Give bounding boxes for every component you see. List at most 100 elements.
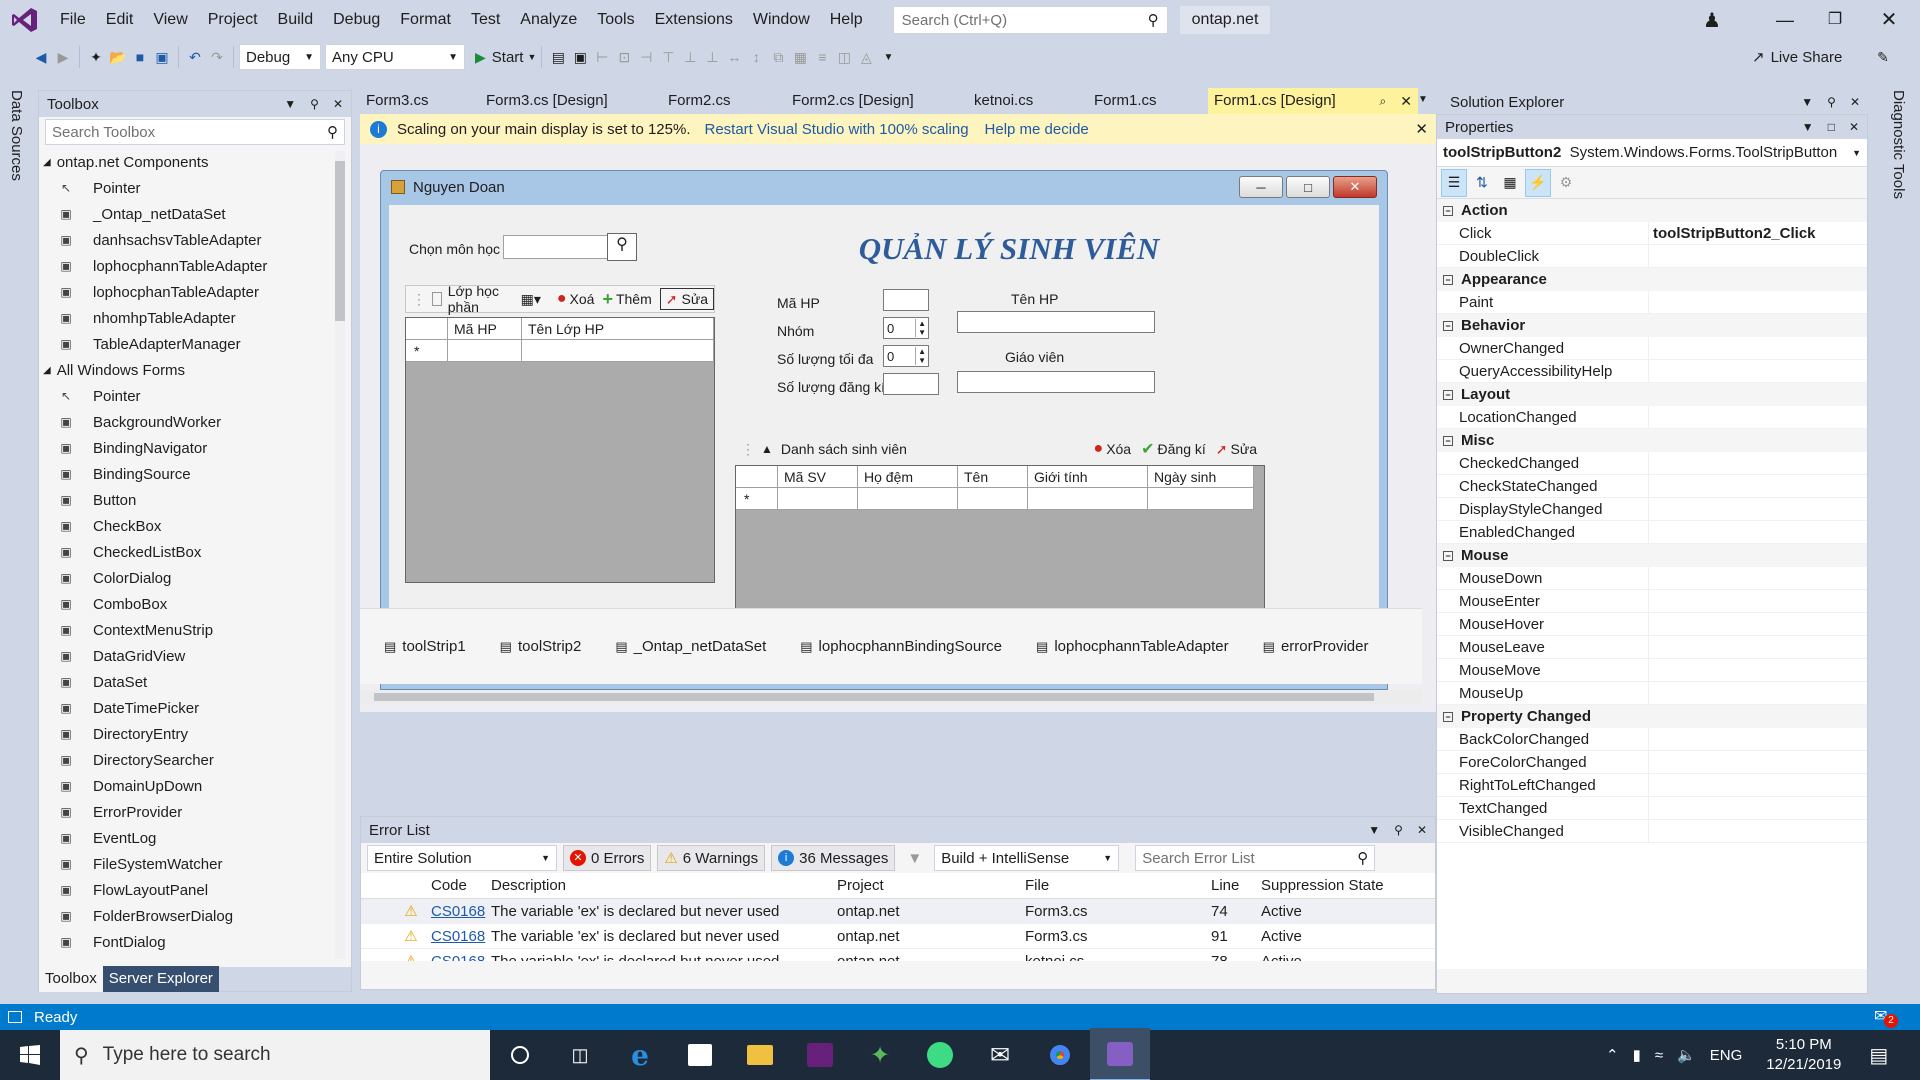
- column-header[interactable]: Tên: [958, 466, 1028, 488]
- menu-help[interactable]: Help: [820, 0, 873, 40]
- property-value[interactable]: toolStripButton2_Click: [1649, 225, 1816, 242]
- spinner-icon[interactable]: ▲ ▼: [915, 347, 928, 365]
- undo-icon[interactable]: ↶: [184, 43, 206, 71]
- visual-studio-active-icon[interactable]: [1090, 1028, 1150, 1080]
- close-icon[interactable]: ✕: [1400, 88, 1412, 114]
- property-row[interactable]: Paint: [1437, 291, 1867, 314]
- select-dropdown-icon[interactable]: ▦▾: [521, 291, 541, 308]
- close-icon[interactable]: ✕: [1415, 120, 1428, 138]
- toolbox-item[interactable]: ▣ FolderBrowserDialog: [39, 903, 329, 929]
- toolbox-item[interactable]: ▣ ColorDialog: [39, 565, 329, 591]
- store-icon[interactable]: [670, 1028, 730, 1080]
- language-indicator[interactable]: ENG: [1710, 1047, 1743, 1064]
- same-size-icon[interactable]: ⧉: [767, 43, 789, 71]
- tab-toolbox[interactable]: Toolbox: [39, 966, 103, 992]
- find-in-files-icon[interactable]: ▤: [547, 43, 569, 71]
- property-row[interactable]: DisplayStyleChanged: [1437, 498, 1867, 521]
- form-maximize-button[interactable]: □: [1286, 176, 1330, 198]
- same-width-icon[interactable]: ↔: [723, 43, 745, 71]
- toolbox-item[interactable]: ▣ _Ontap_netDataSet: [39, 201, 329, 227]
- form-minimize-button[interactable]: ─: [1239, 176, 1283, 198]
- column-header[interactable]: Mã SV: [778, 466, 858, 488]
- property-category[interactable]: − Layout: [1437, 383, 1867, 406]
- column-header[interactable]: Họ đệm: [858, 466, 958, 488]
- menu-tools[interactable]: Tools: [587, 0, 644, 40]
- toolbox-item[interactable]: ▣ EventLog: [39, 825, 329, 851]
- align-left-icon[interactable]: ⊢: [591, 43, 613, 71]
- tab-overflow-icon[interactable]: ▼: [1418, 94, 1428, 105]
- wifi-icon[interactable]: ≈: [1655, 1047, 1663, 1064]
- property-row[interactable]: QueryAccessibilityHelp: [1437, 360, 1867, 383]
- toolbox-item[interactable]: ▣ DirectoryEntry: [39, 721, 329, 747]
- toolbox-item[interactable]: ▣ Button: [39, 487, 329, 513]
- save-all-icon[interactable]: ▣: [151, 43, 173, 71]
- property-row[interactable]: LocationChanged: [1437, 406, 1867, 429]
- menu-debug[interactable]: Debug: [323, 0, 390, 40]
- property-row[interactable]: MouseDown: [1437, 567, 1867, 590]
- pin-icon[interactable]: ⚲: [1394, 823, 1403, 837]
- dropdown-icon[interactable]: ▼: [284, 97, 296, 111]
- toolbox-item[interactable]: ▣ danhsachsvTableAdapter: [39, 227, 329, 253]
- menu-project[interactable]: Project: [198, 0, 268, 40]
- spinner-icon[interactable]: ▲ ▼: [915, 319, 928, 337]
- toolbox-group[interactable]: ◢ All Windows Forms: [39, 357, 329, 383]
- property-category[interactable]: − Misc: [1437, 429, 1867, 452]
- close-icon[interactable]: ✕: [1849, 120, 1859, 134]
- pin-icon[interactable]: ⚲: [310, 97, 319, 111]
- visual-studio-icon[interactable]: [790, 1028, 850, 1080]
- toolbox-item[interactable]: ▣ BindingNavigator: [39, 435, 329, 461]
- chrome-icon[interactable]: [1030, 1028, 1090, 1080]
- help-decide-link[interactable]: Help me decide: [985, 121, 1089, 138]
- align-bottom-icon[interactable]: ⊥: [701, 43, 723, 71]
- scrollbar-thumb[interactable]: [335, 161, 345, 321]
- property-row[interactable]: BackColorChanged: [1437, 728, 1867, 751]
- toolbox-item[interactable]: ▣ DataGridView: [39, 643, 329, 669]
- tab-server-explorer[interactable]: Server Explorer: [102, 966, 219, 992]
- pin-icon[interactable]: ⚲: [1827, 95, 1836, 109]
- toolbox-item[interactable]: ▣ FontDialog: [39, 929, 329, 955]
- properties-icon[interactable]: ▦: [1497, 169, 1523, 197]
- error-code-link[interactable]: CS0168: [431, 928, 491, 945]
- sua-button[interactable]: ➚ Sửa: [659, 288, 714, 310]
- tray-component[interactable]: ▤ errorProvider: [1263, 638, 1369, 655]
- toolbox-item[interactable]: ▣ TableAdapterManager: [39, 331, 329, 357]
- toolbox-item[interactable]: ▣ ContextMenuStrip: [39, 617, 329, 643]
- solution-config-dropdown[interactable]: Debug ▼: [239, 44, 321, 70]
- form-close-button[interactable]: ✕: [1333, 176, 1377, 198]
- sua-sv-button[interactable]: Sửa: [1231, 441, 1258, 457]
- property-row[interactable]: OwnerChanged: [1437, 337, 1867, 360]
- close-icon[interactable]: ✕: [1850, 95, 1860, 109]
- account-avatar-icon[interactable]: ♟: [1700, 8, 1724, 32]
- property-row[interactable]: TextChanged: [1437, 797, 1867, 820]
- clock[interactable]: 5:10 PM 12/21/2019: [1766, 1035, 1841, 1075]
- lop-hoc-phan-grid[interactable]: Mã HP Tên Lớp HP *: [405, 317, 715, 583]
- property-pages-icon[interactable]: ⚙: [1553, 169, 1579, 197]
- toolbox-item[interactable]: ▣GroupBox: [39, 955, 329, 959]
- global-search-box[interactable]: Search (Ctrl+Q) ⚲: [892, 6, 1168, 34]
- property-row[interactable]: CheckStateChanged: [1437, 475, 1867, 498]
- tray-scrollbar[interactable]: [360, 690, 1422, 704]
- sl-dang-ki-field[interactable]: [883, 373, 939, 395]
- property-row[interactable]: MouseLeave: [1437, 636, 1867, 659]
- error-row[interactable]: ⚠CS0168The variable 'ex' is declared but…: [361, 949, 1435, 962]
- file-explorer-icon[interactable]: [730, 1028, 790, 1080]
- volume-icon[interactable]: 🔈: [1677, 1046, 1696, 1064]
- property-category[interactable]: − Appearance: [1437, 268, 1867, 291]
- menu-file[interactable]: File: [50, 0, 96, 40]
- property-row[interactable]: ForeColorChanged: [1437, 751, 1867, 774]
- dropdown-icon[interactable]: ▼: [1802, 120, 1814, 134]
- grid-icon[interactable]: ▦: [789, 43, 811, 71]
- property-row[interactable]: DoubleClick: [1437, 245, 1867, 268]
- property-row[interactable]: VisibleChanged: [1437, 820, 1867, 843]
- sl-toi-da-stepper[interactable]: 0 ▲ ▼: [883, 345, 929, 367]
- column-header[interactable]: Tên Lớp HP: [522, 318, 714, 340]
- giao-vien-field[interactable]: [957, 371, 1155, 393]
- messages-filter-button[interactable]: i 36 Messages: [771, 845, 896, 871]
- back-icon[interactable]: ◀: [30, 43, 52, 71]
- toolbox-item[interactable]: ▣ ErrorProvider: [39, 799, 329, 825]
- toolbox-search[interactable]: Search Toolbox ⚲: [45, 119, 345, 145]
- toolbox-item[interactable]: ▣ CheckedListBox: [39, 539, 329, 565]
- document-tab[interactable]: Form1.cs: [1088, 88, 1208, 114]
- property-row[interactable]: Click toolStripButton2_Click: [1437, 222, 1867, 245]
- column-header[interactable]: Description: [491, 877, 837, 894]
